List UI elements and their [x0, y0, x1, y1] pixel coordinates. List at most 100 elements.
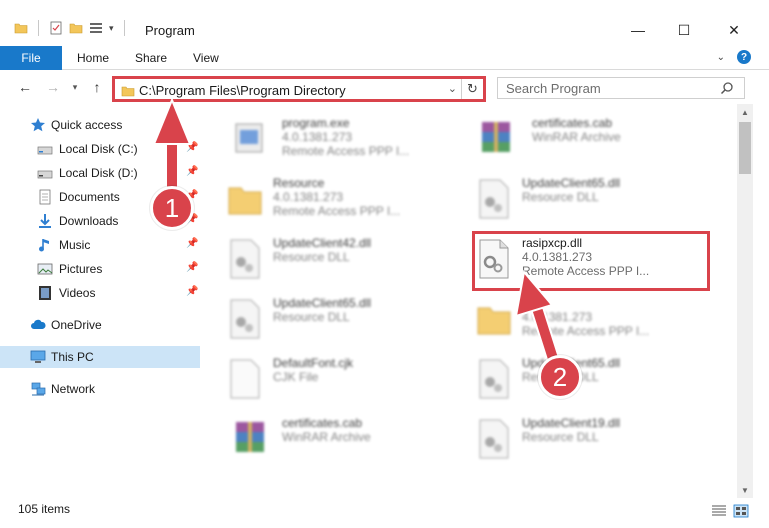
title-bar: ▾ Program — ☐ ✕: [0, 0, 769, 42]
pictures-icon: [37, 263, 53, 275]
star-icon: [31, 118, 45, 132]
navigation-bar: ← → ▾ ↑ C:\Program Files\Program Directo…: [0, 72, 769, 104]
sidebar-item-network[interactable]: Network: [0, 378, 200, 400]
file-name: UpdateClient19.dll: [522, 416, 621, 430]
chevron-down-icon[interactable]: ▾: [109, 23, 114, 34]
address-bar[interactable]: C:\Program Files\Program Directory ⌄ ↻: [112, 76, 486, 102]
sidebar-item-label: Videos: [59, 286, 96, 300]
recent-locations-button[interactable]: ▾: [66, 78, 84, 96]
pin-icon[interactable]: 📌: [186, 142, 198, 153]
file-type: Resource DLL: [522, 190, 599, 204]
window-title: Program: [145, 23, 195, 38]
view-switcher: [711, 504, 749, 518]
search-input[interactable]: [506, 80, 711, 96]
search-box[interactable]: [497, 77, 745, 99]
file-item[interactable]: UpdateClient65.dll Resource DLL: [225, 290, 465, 346]
file-item[interactable]: Resource 4.0.1381.273 Remote Access PPP …: [225, 170, 465, 226]
vertical-scrollbar[interactable]: ▲ ▼: [737, 104, 753, 498]
file-name: UpdateClient42.dll: [273, 236, 372, 250]
file-type: Resource DLL: [273, 310, 350, 324]
sidebar-item-label: Quick access: [51, 118, 123, 132]
winrar-icon: [236, 422, 264, 452]
sidebar-item-quick-access[interactable]: Quick access: [0, 114, 200, 136]
tab-view[interactable]: View: [193, 46, 219, 70]
pin-icon[interactable]: 📌: [186, 262, 198, 273]
file-name: certificates.cab: [282, 416, 363, 430]
sidebar-item-label: Downloads: [59, 214, 119, 228]
step-2-badge: 2: [538, 355, 582, 399]
file-item[interactable]: DefaultFont.cjk CJK File: [225, 350, 465, 406]
sidebar-item-this-pc[interactable]: This PC: [0, 346, 200, 368]
arrow-up-icon: ↑: [93, 79, 101, 95]
file-item[interactable]: certificates.cab WinRAR Archive: [476, 110, 716, 166]
large-icons-view-icon[interactable]: [733, 504, 749, 518]
minimize-icon: —: [631, 22, 645, 38]
file-name: Resource: [273, 176, 325, 190]
refresh-button[interactable]: ↻: [461, 79, 483, 99]
folder-icon: [477, 307, 511, 335]
status-bar: 105 items: [0, 500, 769, 528]
scroll-up-icon[interactable]: ▲: [737, 104, 753, 120]
details-view-icon[interactable]: [711, 504, 727, 518]
new-folder-icon[interactable]: [69, 21, 83, 35]
file-item[interactable]: UpdateClient19.dll Resource DLL: [474, 410, 714, 466]
help-icon[interactable]: ?: [737, 50, 751, 64]
back-button[interactable]: ←: [16, 78, 34, 96]
dll-icon: [230, 239, 260, 279]
address-path[interactable]: C:\Program Files\Program Directory: [139, 83, 346, 98]
properties-icon[interactable]: [49, 21, 63, 35]
scrollbar-thumb[interactable]: [739, 122, 751, 174]
dll-icon: [479, 419, 509, 459]
sidebar-item-local-disk-d[interactable]: Local Disk (D:) 📌: [0, 162, 200, 184]
sidebar-item-label: This PC: [51, 350, 94, 364]
sidebar-item-label: Music: [59, 238, 91, 252]
exe-icon: [235, 123, 263, 153]
close-button[interactable]: ✕: [711, 18, 757, 42]
sidebar-item-pictures[interactable]: Pictures 📌: [0, 258, 200, 280]
file-item[interactable]: 4.0.1381.273 Remote Access PPP I...: [474, 290, 714, 346]
arrow-left-icon: ←: [18, 79, 32, 95]
dll-icon: [479, 179, 509, 219]
file-item[interactable]: UpdateClient42.dll Resource DLL: [225, 230, 465, 286]
minimize-button[interactable]: —: [615, 18, 661, 42]
chevron-down-icon[interactable]: ⌄: [448, 82, 457, 95]
sidebar-item-videos[interactable]: Videos 📌: [0, 282, 200, 304]
highlight-box: [472, 231, 710, 291]
video-icon: [39, 286, 51, 300]
file-version: 4.0.1381.273: [522, 310, 593, 324]
file-item[interactable]: program.exe 4.0.1381.273 Remote Access P…: [230, 110, 470, 166]
tab-file[interactable]: File: [0, 46, 62, 70]
expand-ribbon-icon[interactable]: ⌄: [717, 52, 725, 63]
file-description: Remote Access PPP I...: [522, 324, 650, 338]
file-name: DefaultFont.cjk: [273, 356, 354, 370]
search-icon[interactable]: [720, 81, 734, 95]
folder-icon[interactable]: [14, 21, 28, 35]
sidebar-item-label: Documents: [59, 190, 120, 204]
file-item[interactable]: UpdateClient65.dll Resource DLL: [474, 350, 714, 406]
maximize-icon: ☐: [677, 21, 691, 38]
up-button[interactable]: ↑: [88, 78, 106, 96]
documents-icon: [39, 189, 51, 205]
drive-icon: [37, 170, 53, 179]
customize-icon[interactable]: [89, 21, 103, 35]
file-item[interactable]: certificates.cab WinRAR Archive: [230, 410, 470, 466]
tab-home[interactable]: Home: [77, 46, 109, 70]
file-item[interactable]: UpdateClient65.dll Resource DLL: [474, 170, 714, 226]
pin-icon[interactable]: 📌: [186, 238, 198, 249]
maximize-button[interactable]: ☐: [661, 18, 707, 42]
file-version: 4.0.1381.273: [282, 130, 353, 144]
pin-icon[interactable]: 📌: [186, 286, 198, 297]
sidebar-item-music[interactable]: Music 📌: [0, 234, 200, 256]
pin-icon[interactable]: 📌: [186, 166, 198, 177]
file-type: CJK File: [273, 370, 319, 384]
folder-icon: [228, 187, 262, 215]
tab-share[interactable]: Share: [135, 46, 167, 70]
sidebar-item-label: Pictures: [59, 262, 103, 276]
file-name: UpdateClient65.dll: [273, 296, 372, 310]
sidebar-item-local-disk-c[interactable]: Local Disk (C:) 📌: [0, 138, 200, 160]
file-icon: [230, 359, 260, 399]
network-icon: [31, 382, 46, 396]
scroll-down-icon[interactable]: ▼: [737, 482, 753, 498]
sidebar-item-onedrive[interactable]: OneDrive: [0, 314, 200, 336]
forward-button[interactable]: →: [44, 78, 62, 96]
